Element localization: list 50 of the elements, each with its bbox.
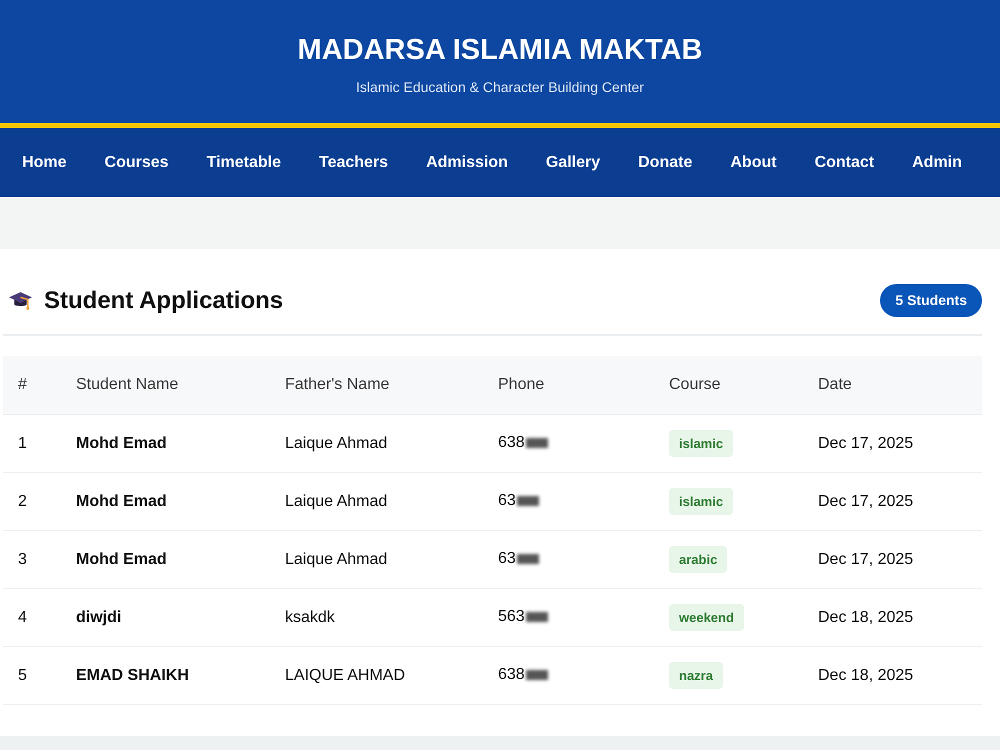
- column-header: Phone: [483, 356, 654, 414]
- nav-link[interactable]: Teachers: [300, 146, 408, 180]
- table-cell: Dec 17, 2025: [803, 530, 982, 588]
- phone-number: 638: [498, 666, 525, 684]
- table-cell: Dec 17, 2025: [803, 414, 982, 472]
- course-tag: arabic: [669, 546, 728, 573]
- table-cell: Dec 17, 2025: [803, 472, 982, 530]
- student-name-cell: diwjdi: [61, 588, 270, 646]
- course-tag: weekend: [669, 604, 744, 631]
- table-cell: Dec 18, 2025: [803, 588, 982, 646]
- nav-link[interactable]: About: [711, 146, 796, 180]
- table-cell: Laique Ahmad: [270, 472, 483, 530]
- student-name-cell: Mohd Emad: [61, 472, 270, 530]
- course-tag: nazra: [669, 662, 723, 689]
- column-header: Course: [654, 356, 803, 414]
- table-cell: ksakdk: [270, 588, 483, 646]
- nav-link[interactable]: Timetable: [188, 146, 300, 180]
- nav-link[interactable]: Gallery: [526, 146, 620, 180]
- table-cell: 1: [3, 414, 61, 472]
- nav-link[interactable]: Courses: [86, 146, 188, 180]
- student-name-cell: EMAD SHAIKH: [61, 646, 270, 704]
- column-header: Father's Name: [270, 356, 483, 414]
- table-cell: 2: [3, 472, 61, 530]
- table-cell: 4: [3, 588, 61, 646]
- site-title: MADARSA ISLAMIA MAKTAB: [296, 33, 704, 68]
- column-header: Date: [803, 356, 982, 414]
- student-name-cell: Mohd Emad: [61, 530, 270, 588]
- nav-link[interactable]: Admission: [407, 146, 527, 180]
- nav-link[interactable]: Home: [3, 146, 86, 180]
- phone-number: 63: [498, 550, 516, 568]
- section-title: Student Applications: [44, 286, 284, 314]
- course-tag: islamic: [669, 488, 734, 515]
- table-cell: Laique Ahmad: [270, 530, 483, 588]
- column-header: #: [3, 356, 61, 414]
- table-cell: LAIQUE AHMAD: [270, 646, 483, 704]
- course-tag: islamic: [669, 430, 734, 457]
- nav-link[interactable]: Contact: [796, 146, 894, 180]
- table-cell: 3: [3, 530, 61, 588]
- phone-number: 563: [498, 608, 525, 626]
- table-cell: 5: [3, 646, 61, 704]
- student-name-cell: Mohd Emad: [61, 414, 270, 472]
- nav-link[interactable]: Donate: [619, 146, 712, 180]
- nav-link[interactable]: Admin: [893, 146, 981, 180]
- phone-number: 638: [498, 434, 525, 452]
- site-subtitle: Islamic Education & Character Building Center: [355, 78, 645, 97]
- table-cell: Laique Ahmad: [270, 414, 483, 472]
- student-count-badge: 5 Students: [880, 284, 982, 317]
- table-cell: Dec 18, 2025: [803, 646, 982, 704]
- phone-number: 63: [498, 492, 516, 510]
- column-header: Student Name: [61, 356, 270, 414]
